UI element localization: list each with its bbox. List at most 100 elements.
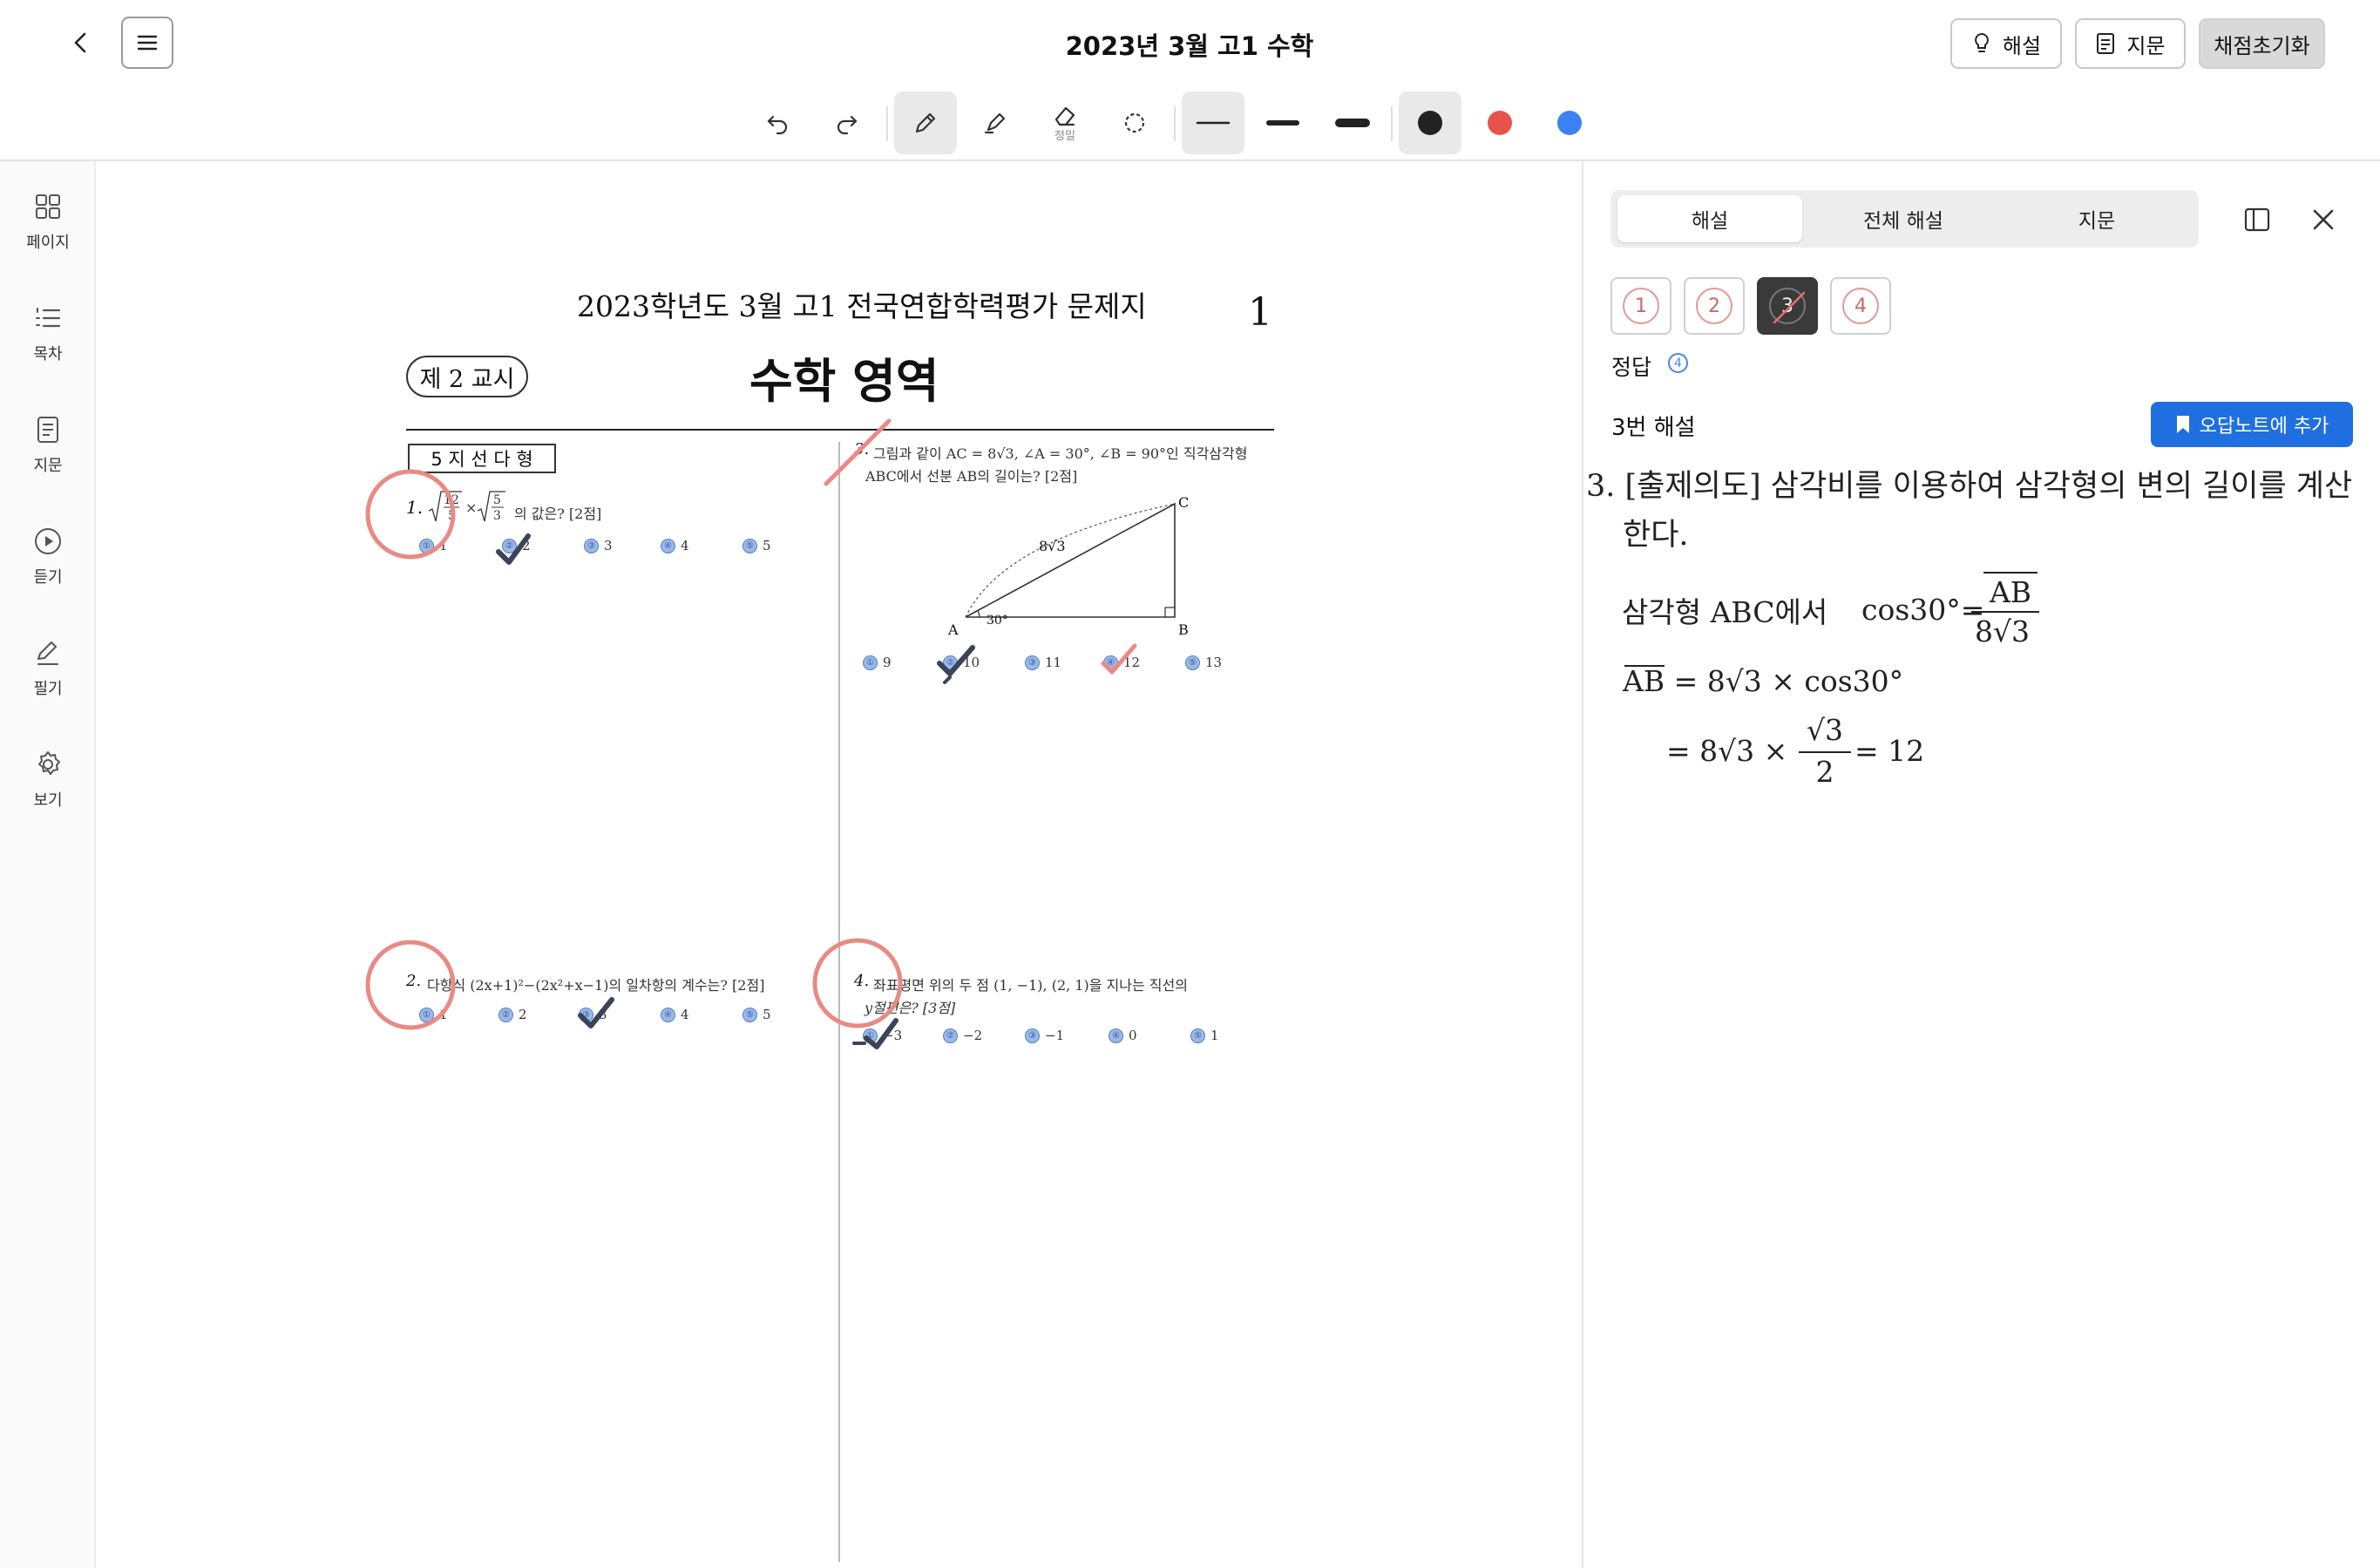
math-frac1-num: AB	[1983, 572, 2038, 609]
back-button[interactable]	[52, 14, 110, 71]
math-line3-suffix: = 12	[1855, 734, 1925, 768]
math-frac1-den: 8√3	[1975, 614, 2031, 648]
rail-item-view[interactable]: 보기	[0, 750, 96, 811]
lasso-tool[interactable]	[1103, 92, 1166, 154]
rail-item-toc[interactable]: 목차	[0, 303, 96, 364]
color-blue-button[interactable]	[1538, 92, 1601, 154]
undo-button[interactable]	[746, 92, 809, 154]
lasso-icon	[1124, 112, 1145, 133]
split-view-icon	[2244, 207, 2270, 232]
hamburger-icon	[137, 35, 158, 51]
passage-button[interactable]: 지문	[2075, 18, 2186, 69]
question-number-4[interactable]: 4	[1830, 277, 1891, 335]
grid-icon	[36, 194, 60, 219]
close-panel-button[interactable]	[2304, 202, 2343, 237]
redo-button[interactable]	[816, 92, 878, 154]
lightbulb-icon	[1974, 32, 1989, 52]
chevron-left-icon	[74, 32, 86, 53]
color-red-button[interactable]	[1468, 92, 1531, 154]
stroke-thin-button[interactable]	[1182, 92, 1244, 154]
math-frac2-num: √3	[1806, 713, 1844, 747]
eraser-icon	[1054, 106, 1075, 126]
list-icon	[36, 308, 61, 328]
hint-button-label: 해설	[2002, 33, 2042, 58]
add-to-wrong-note-label: 오답노트에 추가	[2199, 416, 2329, 438]
explanation-text: 3. [출제의도] 삼각비를 이용하여 삼각형의 변의 길이를 계산한다.	[1586, 469, 2353, 553]
panel-divider	[1582, 161, 1583, 1568]
stroke-thick-button[interactable]	[1321, 92, 1384, 154]
rail-label: 지문	[33, 457, 63, 475]
document-icon	[2097, 33, 2115, 54]
undo-icon	[767, 115, 788, 135]
question-number-1[interactable]: 1	[1610, 277, 1671, 335]
math-frac2-den: 2	[1815, 755, 1834, 789]
reset-grading-button[interactable]: 채점초기화	[2199, 18, 2325, 69]
color-black-button[interactable]	[1399, 92, 1461, 154]
stroke-medium-button[interactable]	[1251, 92, 1314, 154]
rail-label: 페이지	[26, 234, 70, 252]
rail-label: 듣기	[33, 568, 63, 587]
tab-full-explanation[interactable]: 전체 해설	[1811, 195, 1996, 242]
thick-line-icon	[1335, 119, 1370, 127]
toolbar-separator	[1391, 106, 1393, 141]
precision-eraser-tool[interactable]: 정밀	[1034, 92, 1096, 154]
answer-badge: 4	[1668, 353, 1688, 373]
pen-icon	[915, 112, 936, 133]
toolbar-separator	[1174, 106, 1176, 141]
rail-label: 필기	[33, 680, 63, 698]
question-number-2[interactable]: 2	[1684, 277, 1745, 335]
handwriting-layer	[365, 418, 1137, 1049]
rail-item-listening[interactable]: 듣기	[0, 526, 96, 587]
rail-item-pages[interactable]: 페이지	[0, 192, 96, 253]
document-icon	[37, 417, 58, 443]
medium-line-icon	[1266, 120, 1299, 126]
question-number-label: 2	[1696, 288, 1732, 324]
hint-button[interactable]: 해설	[1950, 18, 2062, 69]
explanation-title: 3번 해설	[1611, 415, 1696, 441]
highlighter-icon	[984, 112, 1006, 134]
math-line2: AB = 8√3 × cos30°	[1623, 664, 1904, 698]
left-rail: 페이지 목차 지문 듣기 필기 보기	[0, 161, 96, 1568]
math-frac2-bar	[1799, 751, 1851, 753]
top-bar: 2023년 3월 고1 수학 해설 지문 채점초기화	[0, 0, 2380, 87]
menu-button[interactable]	[121, 17, 173, 69]
math-overline-ab	[1624, 665, 1665, 667]
highlighter-tool[interactable]	[964, 92, 1027, 154]
tab-explanation[interactable]: 해설	[1617, 195, 1802, 242]
play-icon	[35, 528, 61, 554]
close-icon	[2313, 209, 2334, 230]
color-swatch-blue	[1557, 111, 1582, 135]
color-swatch-black	[1418, 111, 1442, 135]
math-frac1-bar	[1971, 611, 2039, 613]
tab-passage[interactable]: 지문	[2004, 195, 2189, 242]
question-number-label: 1	[1623, 288, 1659, 324]
math-line1-cos: cos30°=	[1861, 593, 1985, 627]
reset-grading-label: 채점초기화	[2214, 33, 2310, 58]
pen-tool[interactable]	[894, 92, 957, 154]
wrong-slash-icon	[1773, 291, 1806, 324]
gear-icon	[38, 751, 60, 775]
toolbar-separator	[886, 106, 888, 141]
thin-line-icon	[1196, 121, 1231, 125]
color-swatch-red	[1488, 111, 1512, 135]
exam-page[interactable]: 2023학년도 3월 고1 전국연합학력평가 문제지 1 제 2 교시 수학 영…	[96, 161, 1582, 1568]
document-title: 2023년 3월 고1 수학	[1065, 31, 1314, 61]
redo-icon	[837, 115, 858, 135]
eraser-sub-label: 정밀	[1054, 129, 1075, 143]
add-to-wrong-note-button[interactable]: 오답노트에 추가	[2151, 402, 2353, 447]
math-line1-prefix: 삼각형 ABC에서	[1622, 595, 1828, 629]
math-line3-prefix: = 8√3 ×	[1666, 734, 1788, 768]
pen-icon	[37, 641, 58, 665]
explanation-tab-group: 해설 전체 해설 지문	[1610, 190, 2199, 248]
rail-item-notes[interactable]: 필기	[0, 638, 96, 699]
rail-label: 보기	[33, 791, 63, 810]
passage-button-label: 지문	[2126, 33, 2166, 58]
question-number-label: 4	[1842, 288, 1879, 324]
split-view-button[interactable]	[2238, 202, 2276, 237]
answer-label: 정답	[1611, 355, 1652, 380]
rail-label: 목차	[33, 345, 63, 363]
bookmark-icon	[2176, 416, 2189, 433]
question-number-3[interactable]: 3	[1757, 277, 1818, 335]
rail-item-passage[interactable]: 지문	[0, 415, 96, 476]
explanation-body: 3. [출제의도] 삼각비를 이용하여 삼각형의 변의 길이를 계산한다.	[1586, 462, 2353, 560]
